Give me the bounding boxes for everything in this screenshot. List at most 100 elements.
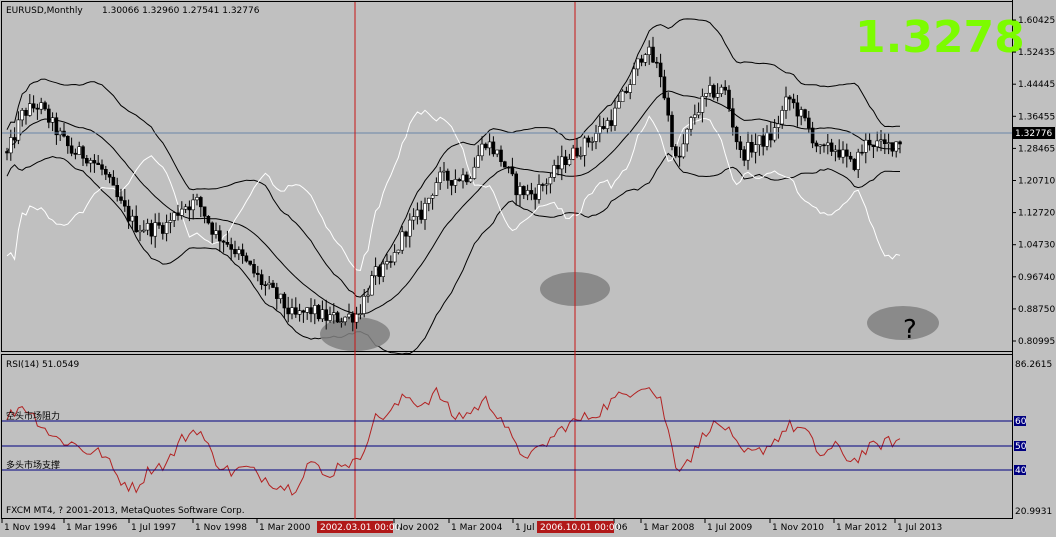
candle-body	[822, 144, 826, 147]
candle-body	[491, 141, 496, 155]
candle-body	[168, 220, 173, 223]
candle-body	[388, 261, 393, 263]
candle-body	[848, 155, 853, 160]
candle-body	[856, 151, 861, 170]
candle-body	[457, 179, 462, 182]
candle-body	[107, 174, 112, 178]
candle-body	[799, 109, 804, 117]
candle-body	[510, 166, 515, 175]
candle-body	[860, 151, 864, 154]
candle-body	[863, 139, 868, 153]
candle-body	[96, 162, 100, 166]
candle-body	[252, 263, 256, 274]
candle-body	[164, 222, 169, 234]
candle-body	[233, 249, 237, 255]
candle-body	[476, 155, 481, 168]
candle-body	[267, 282, 272, 286]
candle-body	[191, 199, 195, 211]
time-tick-label: 1 Mar 2000	[259, 523, 311, 533]
candle-body	[597, 126, 602, 134]
candle-body	[639, 58, 644, 63]
time-tick-label: 1 Mar 2012	[836, 523, 887, 533]
candle-body	[392, 252, 397, 263]
time-tick-label: 1 Jul	[515, 523, 534, 533]
candle-body	[43, 102, 47, 110]
candle-body	[426, 197, 431, 204]
rsi-title: RSI(14) 51.0549	[6, 360, 79, 370]
candle	[316, 304, 321, 322]
candle-body	[453, 179, 458, 186]
rsi-level-tag: 50	[1015, 442, 1027, 452]
price-tick-label: 0.96740	[1018, 273, 1055, 283]
candle-body	[316, 305, 321, 320]
candle-body	[499, 149, 503, 162]
candle-body	[430, 195, 435, 199]
candle-body	[670, 114, 674, 147]
candle-body	[69, 145, 74, 154]
candle-body	[643, 54, 648, 63]
candle-body	[635, 58, 640, 70]
candle-body	[31, 103, 36, 109]
annotation-resistance: 空头市场阻力	[6, 410, 60, 422]
candle-body	[126, 205, 131, 222]
candle-body	[312, 305, 317, 315]
candle-body	[225, 242, 230, 245]
candle-body	[613, 107, 617, 126]
candle-body	[350, 313, 355, 323]
candle-body	[723, 86, 728, 91]
price-tick-label: 1.36455	[1018, 112, 1055, 122]
candle-body	[654, 61, 659, 64]
candle-body	[149, 223, 154, 237]
candle-body	[248, 260, 252, 265]
price-tick-label: 1.20710	[1018, 177, 1055, 187]
candle-body	[605, 120, 610, 129]
copyright-notice: FXCM MT4, ? 2001-2013, MetaQuotes Softwa…	[6, 506, 245, 516]
candle-body	[259, 274, 264, 286]
candle-body	[746, 142, 750, 161]
candle-body	[719, 86, 724, 94]
candle-body	[50, 117, 55, 123]
candle-body	[461, 174, 465, 182]
candle-body	[787, 96, 792, 100]
candle-body	[12, 137, 17, 141]
candle	[502, 160, 507, 168]
candle-body	[753, 144, 758, 153]
rsi-level-tag: 60	[1015, 417, 1027, 427]
chart-background	[0, 0, 1056, 537]
symbol-label: EURUSD,Monthly	[6, 6, 83, 16]
candle-body	[404, 231, 408, 237]
candle-body	[377, 266, 382, 277]
candle-body	[218, 230, 222, 242]
candle-body	[886, 142, 891, 145]
price-tick-label: 1.52435	[1018, 48, 1055, 58]
candle-body	[39, 102, 44, 110]
candle	[335, 310, 340, 323]
candle-body	[5, 151, 9, 154]
candle-body	[438, 171, 443, 183]
candle-body	[814, 142, 819, 147]
price-tick-label: 1.28465	[1018, 144, 1055, 154]
candle-body	[255, 272, 260, 275]
candle-body	[483, 143, 488, 149]
candle-body	[183, 206, 188, 210]
candle-body	[274, 287, 279, 299]
candle-body	[533, 193, 538, 200]
time-tick-label: 1 Nov 1998	[195, 523, 247, 533]
candle-body	[293, 307, 298, 315]
current-price-tag: 1.32776	[1015, 129, 1052, 139]
candle-body	[711, 85, 716, 98]
candle-body	[237, 249, 241, 255]
candle-body	[180, 208, 184, 216]
candle-body	[9, 137, 13, 154]
candle-body	[115, 185, 119, 198]
price-tick-label: 1.12720	[1018, 209, 1055, 219]
candle-body	[54, 117, 59, 136]
candle-body	[658, 62, 663, 78]
candle-body	[502, 161, 507, 168]
candle-body	[263, 284, 268, 287]
candle-body	[757, 135, 762, 146]
candle-body	[749, 142, 754, 153]
time-tick-label: 1 Nov 2010	[772, 523, 824, 533]
candle-body	[742, 149, 747, 161]
price-tick-label: 0.88750	[1018, 305, 1055, 315]
